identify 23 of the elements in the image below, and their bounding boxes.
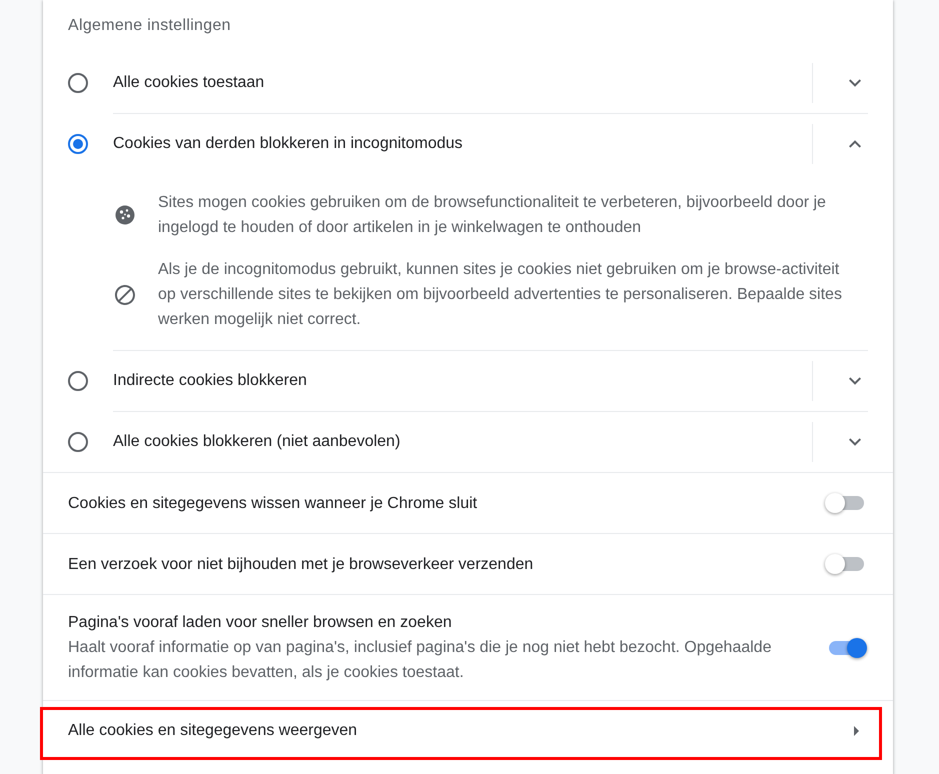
link-row[interactable]: Alle cookies en sitegegevens weergeven: [43, 701, 893, 761]
setting-label: Een verzoek voor niet bijhouden met je browseverkeer verzenden: [68, 554, 534, 574]
option-label: Alle cookies blokkeren (niet aanbevolen): [113, 432, 400, 452]
setting-description: Haalt vooraf informatie op van pagina's, inclusief pagina's die je nog niet hebt bezocht. Opgehaalde informatie kan cookies bevatten, als je cookies toestaat.: [68, 638, 772, 683]
block-icon: [115, 284, 135, 304]
setting-label: Pagina's vooraf laden voor sneller browsen en zoeken: [68, 613, 452, 633]
option-label: Alle cookies toestaan: [113, 73, 264, 93]
chevron-down-icon: [849, 438, 861, 446]
radio-button[interactable]: [68, 371, 88, 391]
caret-right-icon: [854, 726, 859, 736]
radio-button[interactable]: [68, 432, 88, 452]
radio-button[interactable]: [68, 134, 88, 154]
cookie-icon: [115, 205, 135, 225]
option-label: Indirecte cookies blokkeren: [113, 371, 307, 391]
chevron-down-icon: [849, 377, 861, 385]
description-text: Sites mogen cookies gebruiken om de browsefunctionaliteit te verbeteren, bijvoorbeeld door je ingelogd te houden of door artikelen in je winkelwagen te onthouden: [158, 193, 827, 238]
radio-button[interactable]: [68, 73, 88, 93]
setting-label: Cookies en sitegegevens wissen wanneer je Chrome sluit: [68, 494, 478, 514]
description-text: Als je de incognitomodus gebruikt, kunnen sites je cookies niet gebruiken om je browse-activiteit op verschillende sites te bekijken om bijvoorbeeld advertenties te personaliseren. Bepaalde sites werken mogelijk niet correct.: [158, 260, 843, 330]
section-heading: Algemene instellingen: [68, 16, 231, 36]
chevron-up-icon: [849, 140, 861, 148]
option-label: Cookies van derden blokkeren in incognitomodus: [113, 134, 463, 154]
chevron-down-icon: [849, 79, 861, 87]
